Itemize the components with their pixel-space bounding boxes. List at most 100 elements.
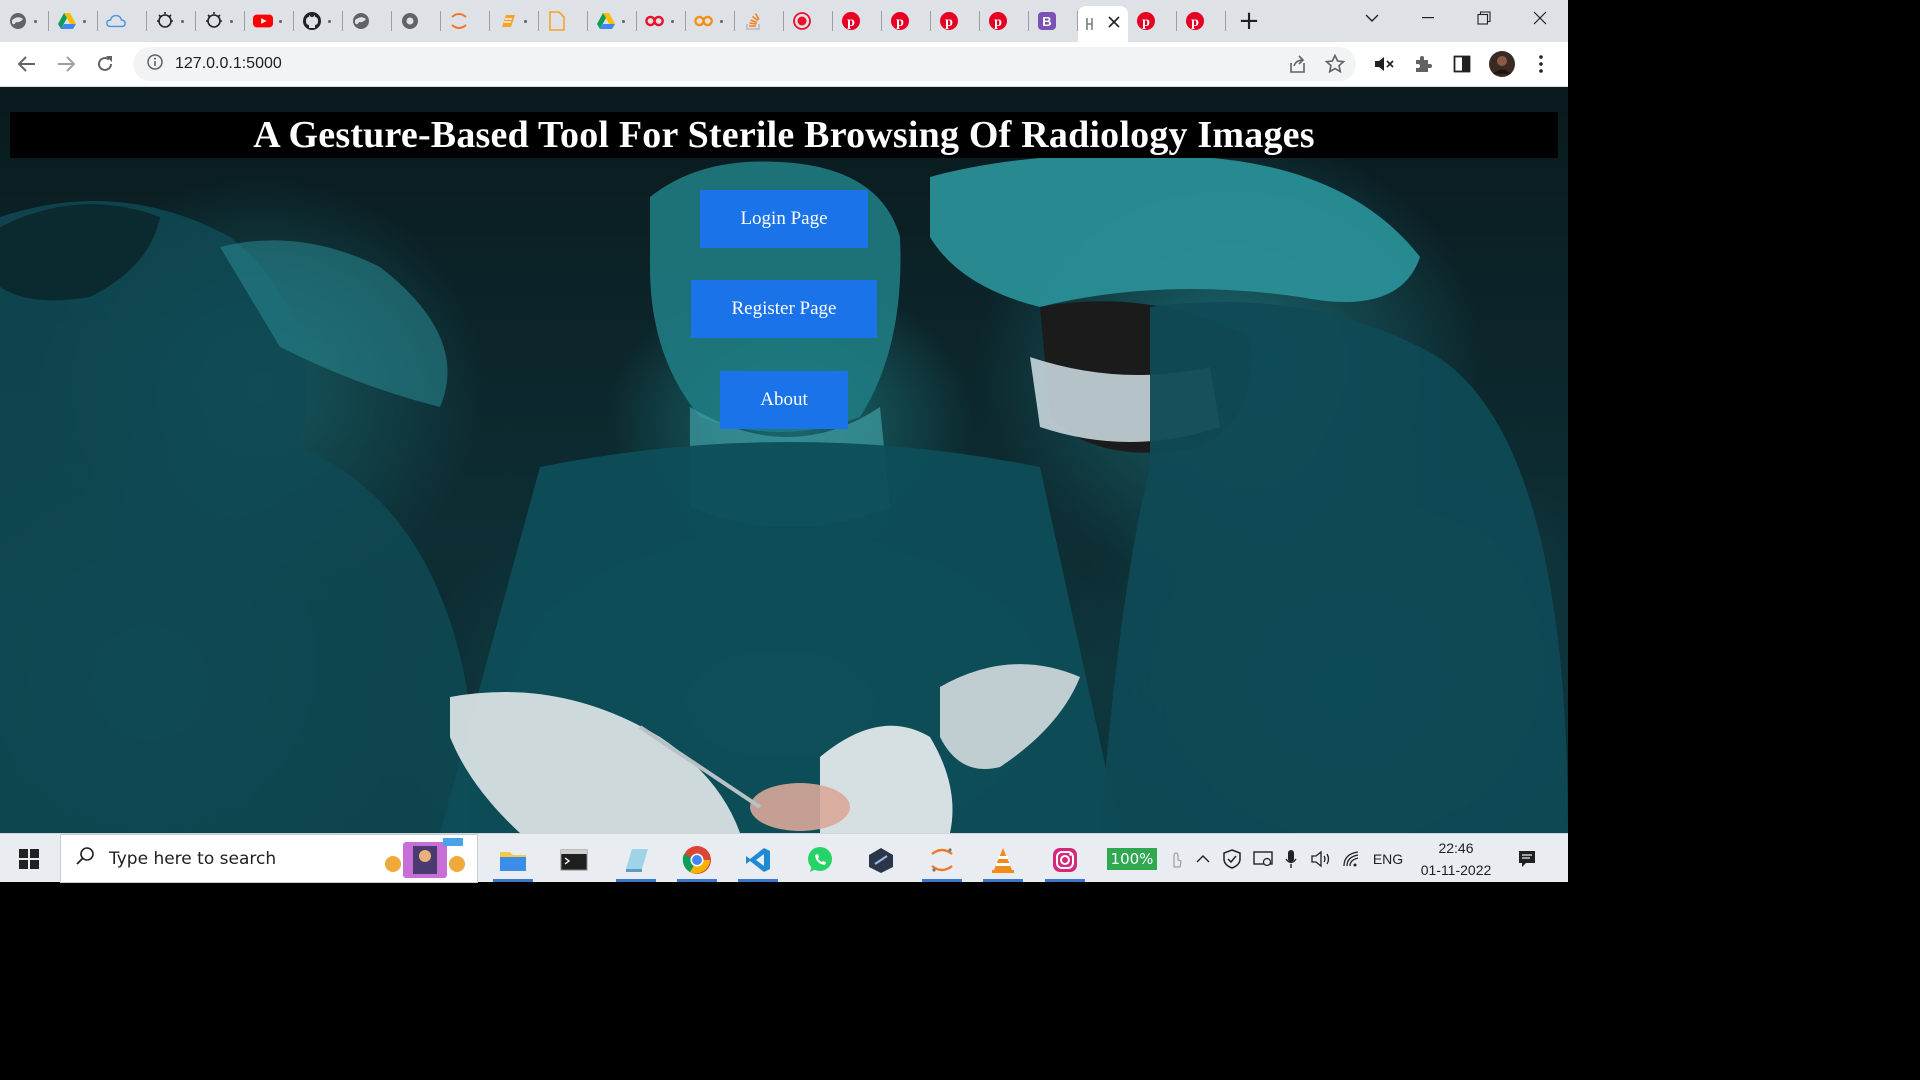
tab[interactable] (539, 0, 588, 42)
tab[interactable]: B (1029, 0, 1078, 42)
tab[interactable]: p (1128, 0, 1177, 42)
notepad-icon[interactable] (610, 838, 662, 882)
tab[interactable] (441, 0, 490, 42)
show-hidden-icons-icon[interactable] (1192, 834, 1214, 883)
infinity-red-icon (645, 11, 665, 31)
cloud-icon (106, 11, 126, 31)
tab[interactable]: p (980, 0, 1029, 42)
clock-time: 22:46 (1438, 839, 1474, 856)
tab[interactable] (49, 0, 98, 42)
microphone-icon[interactable] (1280, 834, 1302, 883)
new-tab-button[interactable]: + (1226, 0, 1272, 42)
tab[interactable] (196, 0, 245, 42)
svg-text:p: p (1191, 15, 1199, 30)
docs-icon (498, 11, 518, 31)
pinterest-icon: p (1185, 11, 1205, 31)
tab[interactable] (686, 0, 735, 42)
battery-status[interactable]: 100% (1102, 834, 1162, 883)
vscode-icon[interactable] (732, 838, 784, 882)
file-explorer-icon[interactable] (487, 838, 539, 882)
minimize-button[interactable] (1400, 0, 1456, 36)
url-text[interactable]: 127.0.0.1:5000 (175, 55, 282, 73)
bulb-icon (204, 11, 224, 31)
search-highlight-icon (383, 834, 467, 883)
page-title-bar: A Gesture-Based Tool For Sterile Browsin… (10, 112, 1558, 158)
tab[interactable]: p (882, 0, 931, 42)
svg-text:p: p (994, 15, 1002, 30)
taskbar-search-box[interactable]: Type here to search (60, 834, 478, 883)
windows-taskbar: Type here to search 100% ENG 22:46 01-11… (0, 833, 1568, 883)
tab[interactable] (588, 0, 637, 42)
close-tab-icon[interactable] (1108, 15, 1120, 33)
jupyter-taskbar-icon[interactable] (916, 838, 968, 882)
security-shield-icon[interactable] (1220, 834, 1244, 883)
forward-button[interactable] (51, 49, 81, 79)
tab[interactable] (294, 0, 343, 42)
page-icon (1086, 14, 1094, 34)
browser-toolbar: 127.0.0.1:5000 (0, 42, 1568, 87)
vlc-icon[interactable] (977, 838, 1029, 882)
tab[interactable] (735, 0, 784, 42)
tab[interactable] (490, 0, 539, 42)
globe-icon (8, 11, 28, 31)
reload-button[interactable] (90, 49, 120, 79)
search-placeholder: Type here to search (109, 848, 277, 869)
instagram-icon[interactable] (1039, 838, 1091, 882)
tab[interactable] (784, 0, 833, 42)
page-title: A Gesture-Based Tool For Sterile Browsin… (253, 114, 1315, 156)
share-icon[interactable] (1283, 50, 1311, 78)
stack-overflow-icon (743, 11, 763, 31)
display-settings-icon[interactable] (1250, 834, 1276, 883)
back-button[interactable] (12, 49, 42, 79)
side-panel-icon[interactable] (1448, 50, 1476, 78)
tab-active[interactable] (1078, 6, 1128, 42)
tab[interactable]: p (931, 0, 980, 42)
notifications-icon[interactable] (1510, 834, 1544, 883)
browser-menu-icon[interactable] (1527, 50, 1555, 78)
profile-avatar[interactable] (1488, 50, 1516, 78)
pinterest-icon: p (939, 11, 959, 31)
close-window-button[interactable] (1512, 0, 1568, 36)
chrome-icon[interactable] (671, 838, 723, 882)
tab[interactable]: p (833, 0, 882, 42)
tab[interactable] (147, 0, 196, 42)
file-icon (547, 11, 567, 31)
whatsapp-icon[interactable] (794, 838, 846, 882)
wifi-icon[interactable] (1340, 834, 1364, 883)
tab[interactable] (392, 0, 441, 42)
github-icon (302, 11, 322, 31)
info-icon[interactable] (147, 53, 163, 75)
register-page-button[interactable]: Register Page (691, 280, 877, 338)
tab[interactable] (245, 0, 294, 42)
bulb-icon (155, 11, 175, 31)
pinterest-icon: p (1136, 11, 1156, 31)
restore-button[interactable] (1456, 0, 1512, 36)
bookmark-star-icon[interactable] (1321, 50, 1349, 78)
extensions-icon[interactable] (1409, 50, 1437, 78)
chrome-ext-icon (400, 11, 420, 31)
about-button[interactable]: About (720, 371, 848, 429)
language-indicator[interactable]: ENG (1368, 834, 1408, 883)
clock[interactable]: 22:46 01-11-2022 (1412, 834, 1500, 883)
mute-tab-icon[interactable] (1370, 50, 1398, 78)
address-bar[interactable]: 127.0.0.1:5000 (133, 47, 1356, 81)
windows-start-icon[interactable] (0, 834, 58, 883)
tab[interactable]: p (1177, 0, 1226, 42)
terminal-icon[interactable] (548, 838, 600, 882)
tab[interactable] (0, 0, 49, 42)
app-cube-icon[interactable] (855, 838, 907, 882)
tab[interactable] (343, 0, 392, 42)
bootstrap-icon: B (1037, 11, 1057, 31)
pinterest-icon: p (890, 11, 910, 31)
login-page-button[interactable]: Login Page (700, 190, 868, 248)
infinity-orange-icon (694, 11, 714, 31)
tab[interactable] (98, 0, 147, 42)
pinterest-icon: p (841, 11, 861, 31)
jupyter-icon (449, 11, 469, 31)
tab-search-icon[interactable] (1344, 0, 1400, 36)
volume-icon[interactable] (1308, 834, 1334, 883)
globe-icon (351, 11, 371, 31)
svg-text:p: p (847, 15, 855, 30)
tab[interactable] (637, 0, 686, 42)
touch-icon[interactable] (1166, 834, 1186, 883)
